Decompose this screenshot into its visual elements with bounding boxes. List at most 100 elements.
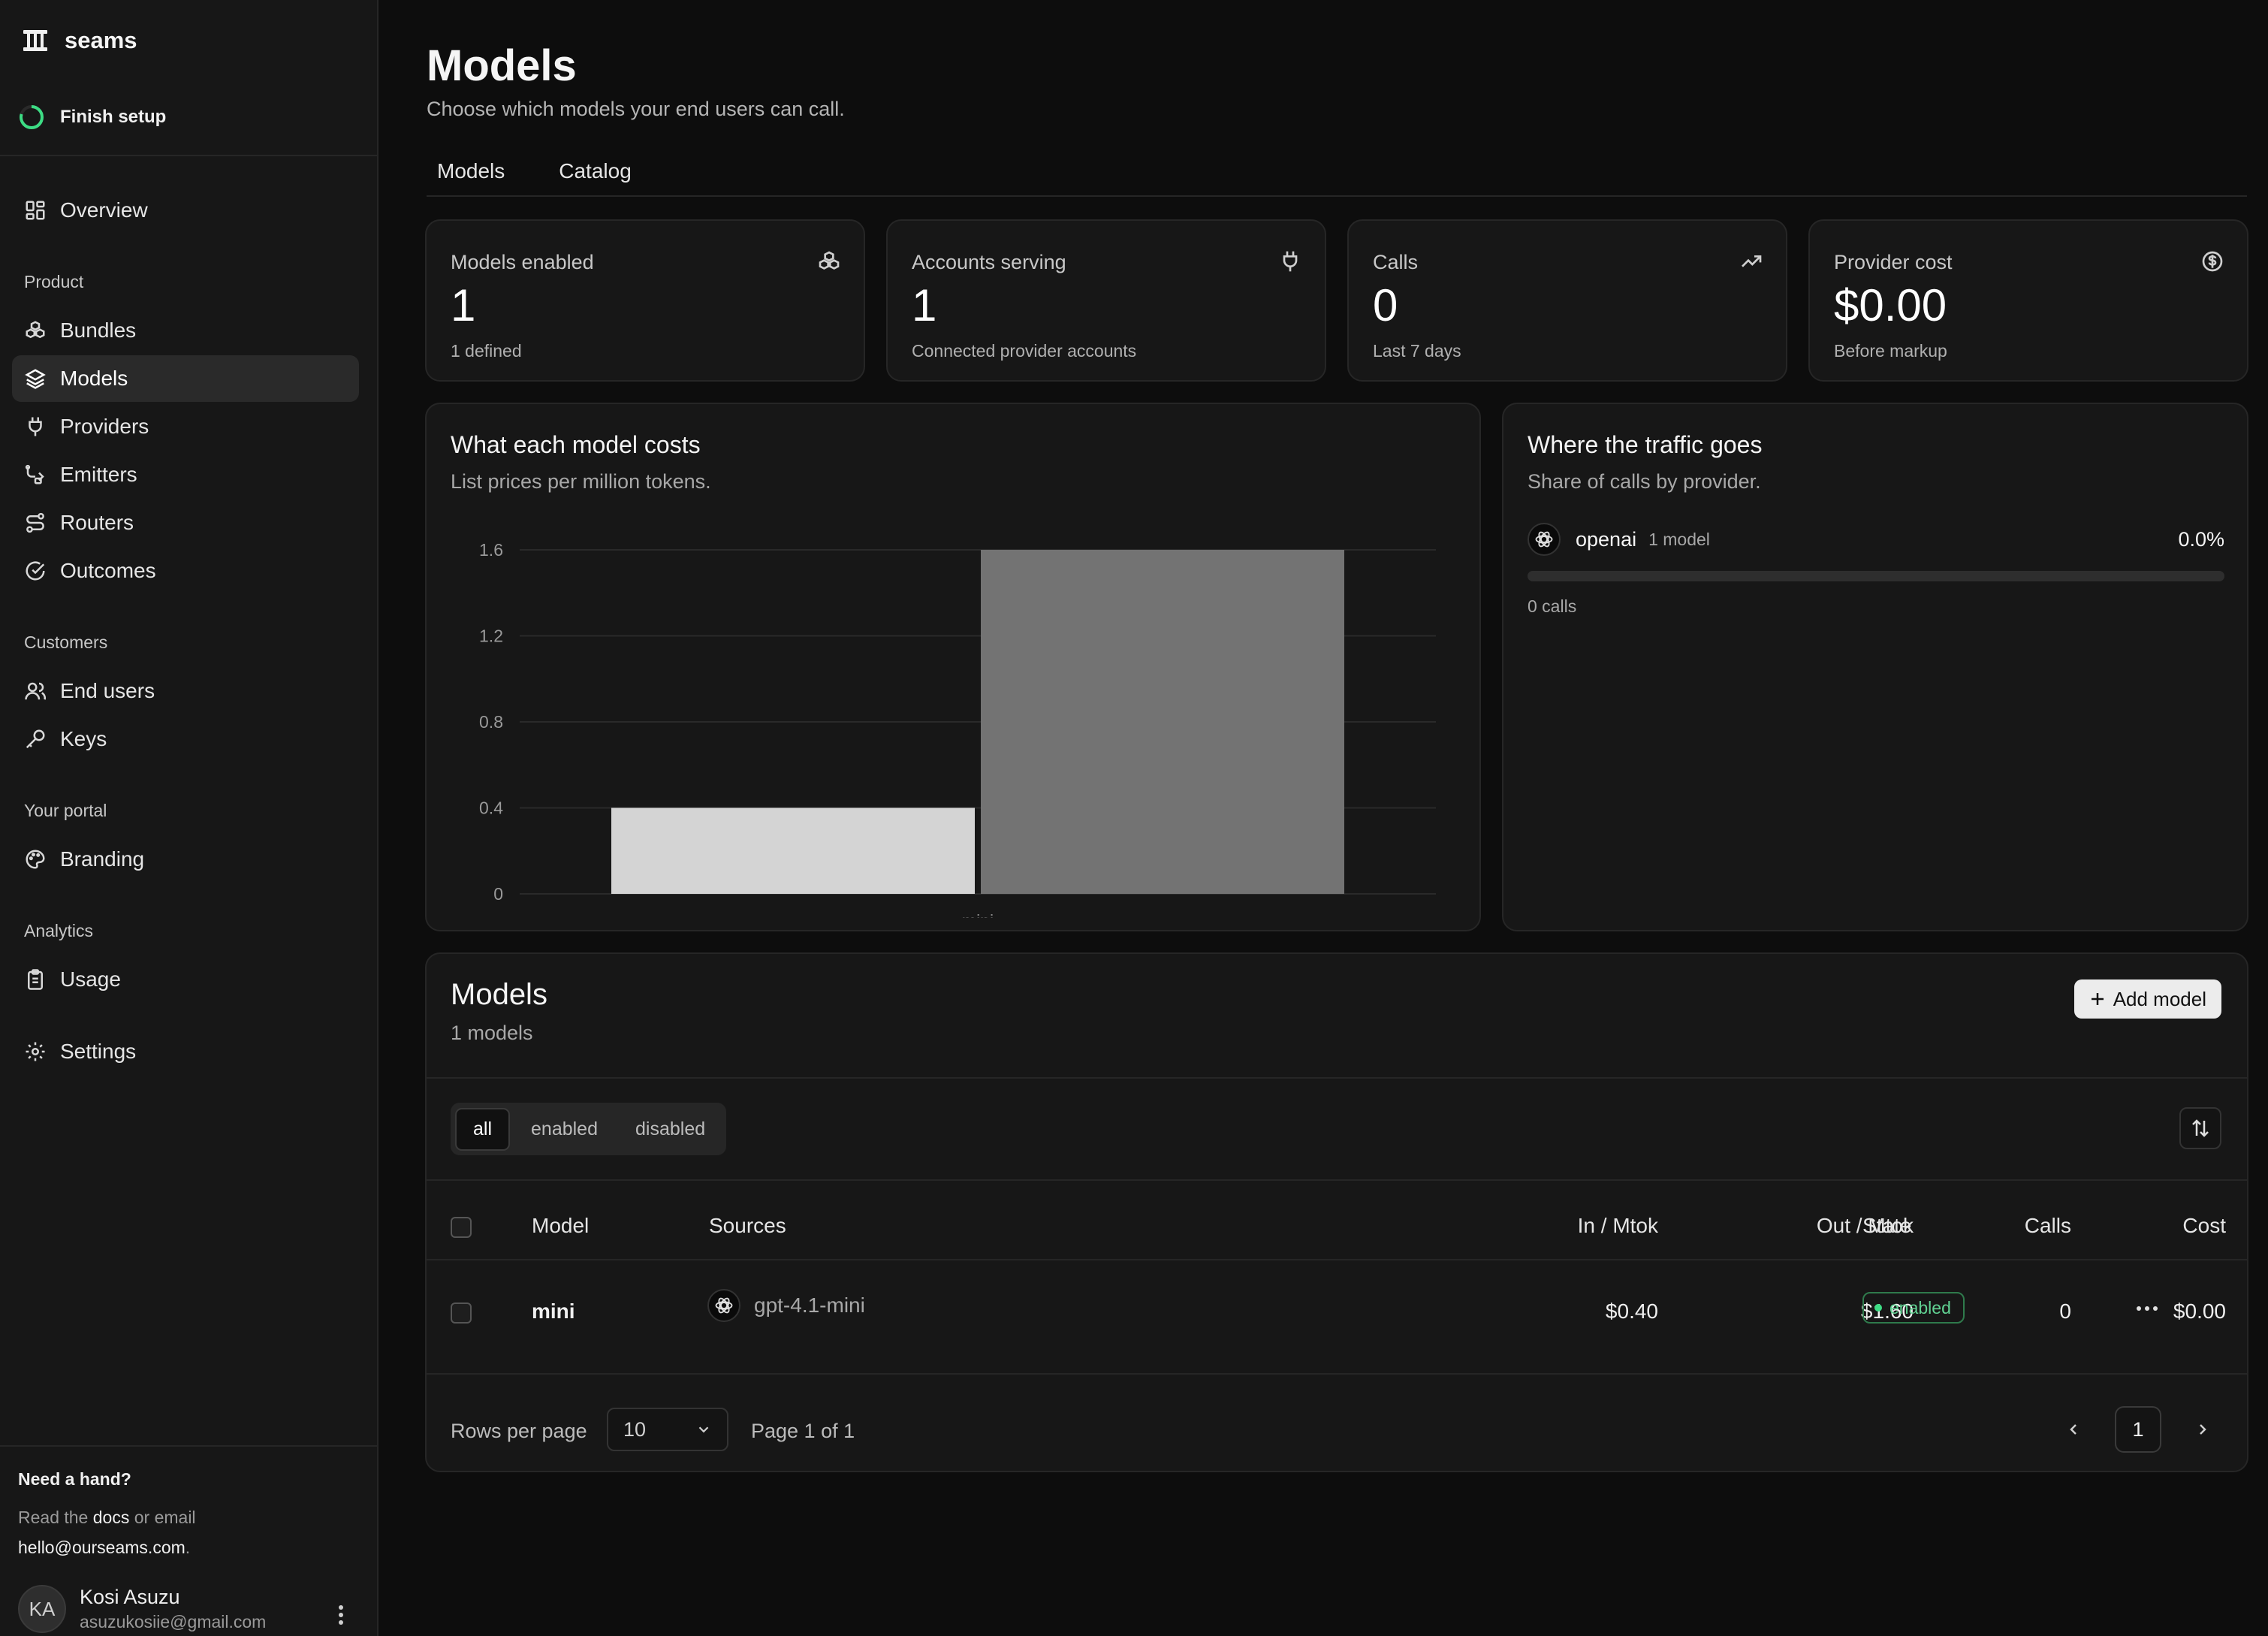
- group-label-portal: Your portal: [24, 801, 107, 820]
- sidebar-item-keys[interactable]: Keys: [12, 716, 359, 762]
- sidebar-divider: [0, 1445, 377, 1447]
- sidebar-item-models[interactable]: Models: [12, 355, 359, 402]
- add-model-button[interactable]: Add model: [2073, 979, 2221, 1019]
- sidebar-item-label: Branding: [60, 847, 145, 871]
- filter-enabled[interactable]: enabled: [514, 1109, 614, 1149]
- y-tick-label: 1.2: [479, 626, 503, 646]
- sidebar-item-outcomes[interactable]: Outcomes: [12, 548, 359, 594]
- sidebar-item-usage[interactable]: Usage: [12, 956, 359, 1003]
- sidebar-item-bundles[interactable]: Bundles: [12, 307, 359, 354]
- palette-icon: [26, 850, 45, 869]
- page-indicator: Page 1 of 1: [751, 1420, 855, 1442]
- sidebar-item-settings[interactable]: Settings: [12, 1028, 359, 1075]
- help-title: Need a hand?: [18, 1469, 131, 1489]
- stat-value: 0: [1373, 280, 1398, 331]
- stat-sub: Connected provider accounts: [912, 341, 1137, 361]
- openai-logo-icon: [707, 1289, 740, 1322]
- column-header-in-mtok[interactable]: In / Mtok: [1403, 1214, 1658, 1238]
- rows-per-page-select[interactable]: 10: [607, 1408, 728, 1451]
- stat-card-models-enabled: Models enabled 1 1 defined: [425, 219, 865, 382]
- stat-label: Calls: [1373, 251, 1419, 273]
- y-tick-label: 0.8: [479, 712, 503, 732]
- column-header-calls[interactable]: Calls: [1914, 1214, 2071, 1238]
- finish-setup-button[interactable]: Finish setup: [18, 104, 166, 131]
- provider-calls: 0 calls: [1528, 596, 1577, 616]
- user-menu[interactable]: KA Kosi Asuzu asuzukosiie@gmail.com: [18, 1585, 266, 1633]
- stat-label: Accounts serving: [912, 251, 1066, 273]
- dashboard-icon: [26, 201, 45, 220]
- tabs: Models Catalog: [427, 155, 642, 188]
- provider-row-openai: openai 1 model 0.0%: [1528, 523, 2224, 556]
- stat-sub: 1 defined: [451, 341, 522, 361]
- tab-models[interactable]: Models: [427, 155, 515, 188]
- stat-value: $0.00: [1834, 280, 1947, 331]
- more-horizontal-icon[interactable]: [2136, 1304, 2158, 1313]
- sidebar-item-emitters[interactable]: Emitters: [12, 451, 359, 498]
- clipboard-icon: [28, 969, 43, 990]
- cell-sources: gpt-4.1-mini: [707, 1289, 865, 1322]
- sidebar-item-label: Keys: [60, 727, 107, 750]
- stat-card-accounts-serving: Accounts serving 1 Connected provider ac…: [886, 219, 1326, 382]
- table-count: 1 models: [451, 1022, 533, 1044]
- provider-share: 0.0%: [2178, 527, 2224, 551]
- sidebar-item-label: Bundles: [60, 318, 137, 342]
- finish-setup-label: Finish setup: [60, 107, 167, 127]
- bar-mini-0[interactable]: [611, 807, 975, 895]
- page-subtitle: Choose which models your end users can c…: [427, 98, 845, 120]
- cost-bar-chart: 0 0.4 0.8 1.2 1.6 mini: [479, 540, 1436, 918]
- sidebar-item-label: End users: [60, 679, 155, 702]
- state-filter: all enabled disabled: [451, 1103, 727, 1155]
- stat-card-provider-cost: Provider cost $0.00 Before markup: [1808, 219, 2248, 382]
- bundles-icon: [819, 251, 840, 270]
- row-checkbox[interactable]: [451, 1302, 472, 1324]
- sidebar-item-label: Emitters: [60, 463, 137, 486]
- stat-value: 1: [451, 280, 476, 331]
- status-dot: [1874, 1304, 1882, 1312]
- cell-in-price: $0.40: [1605, 1299, 1658, 1323]
- page-title: Models: [427, 41, 577, 90]
- sidebar-divider: [0, 155, 377, 156]
- emitter-icon: [25, 464, 44, 484]
- sidebar-item-routers[interactable]: Routers: [12, 500, 359, 546]
- stat-label: Provider cost: [1834, 251, 1953, 273]
- users-icon: [25, 682, 47, 700]
- filter-disabled[interactable]: disabled: [619, 1109, 722, 1149]
- gear-icon: [26, 1042, 45, 1061]
- group-label-customers: Customers: [24, 632, 108, 652]
- sidebar-item-end-users[interactable]: End users: [12, 668, 359, 714]
- card-subtitle: List prices per million tokens.: [451, 470, 711, 493]
- y-tick-label: 1.6: [479, 540, 503, 560]
- sidebar-item-branding[interactable]: Branding: [12, 836, 359, 883]
- plug-icon: [1283, 251, 1298, 272]
- docs-link[interactable]: docs: [93, 1508, 130, 1527]
- brand[interactable]: seams: [23, 27, 137, 54]
- column-header-cost[interactable]: Cost: [2071, 1214, 2226, 1238]
- bar-mini-1[interactable]: [981, 550, 1344, 894]
- help-suffix: .: [185, 1538, 191, 1557]
- bundles-icon: [26, 321, 45, 339]
- select-all-checkbox[interactable]: [451, 1217, 472, 1238]
- column-header-model[interactable]: Model: [532, 1214, 589, 1238]
- table-divider: [427, 1179, 2247, 1181]
- more-vertical-icon[interactable]: [333, 1604, 348, 1625]
- sidebar-item-overview[interactable]: Overview: [12, 187, 359, 234]
- y-tick-label: 0.4: [479, 798, 503, 818]
- sort-button[interactable]: [2179, 1107, 2221, 1149]
- support-email-link[interactable]: hello@ourseams.com: [18, 1538, 185, 1557]
- tab-catalog[interactable]: Catalog: [548, 155, 642, 188]
- check-circle-icon: [26, 561, 45, 581]
- key-icon: [26, 729, 45, 749]
- group-label-analytics: Analytics: [24, 921, 94, 940]
- column-header-state[interactable]: State: [1862, 1214, 1911, 1238]
- column-header-sources[interactable]: Sources: [709, 1214, 786, 1238]
- sidebar-item-providers[interactable]: Providers: [12, 403, 359, 450]
- page-button-current[interactable]: 1: [2115, 1406, 2161, 1453]
- model-cost-card: What each model costs List prices per mi…: [425, 403, 1481, 931]
- sidebar-item-label: Outcomes: [60, 559, 156, 582]
- card-title: Where the traffic goes: [1528, 431, 1763, 458]
- sort-arrows-icon: [2192, 1119, 2209, 1137]
- prev-page-button[interactable]: [2050, 1406, 2097, 1453]
- add-model-label: Add model: [2113, 987, 2206, 1010]
- next-page-button[interactable]: [2179, 1406, 2226, 1453]
- filter-all[interactable]: all: [455, 1107, 511, 1151]
